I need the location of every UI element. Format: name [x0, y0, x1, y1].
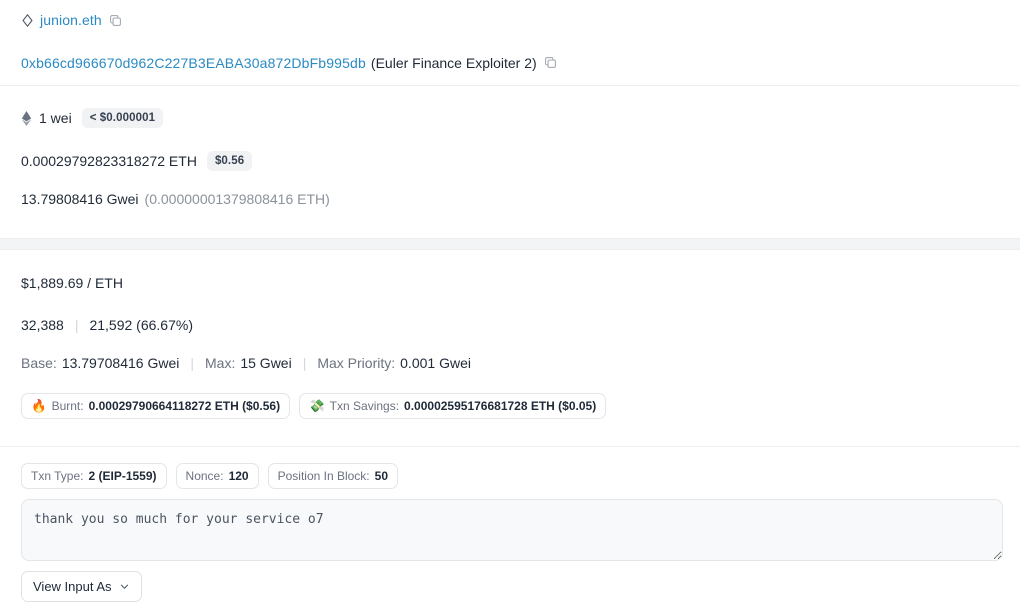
ens-diamond-icon [21, 13, 34, 27]
position-in-block-label: Position In Block: [277, 469, 370, 483]
divider [0, 85, 1020, 86]
view-input-as-label: View Input As [33, 578, 112, 594]
divider [0, 446, 1020, 447]
max-priority-fee-value: 0.001 Gwei [400, 355, 471, 371]
transaction-details-panel: junion.eth 0xb66cd966670d962C227B3EABA30… [0, 0, 1020, 602]
money-with-wings-icon: 💸 [309, 398, 325, 413]
nonce-label: Nonce: [185, 469, 224, 483]
burnt-fees-value: 0.00029790664118272 ETH ($0.56) [88, 399, 281, 413]
eth-price-row: $1,889.69 / ETH [0, 260, 1020, 306]
gas-fees-separator-1: | [190, 355, 194, 371]
gas-price-gwei: 13.79808416 Gwei [21, 191, 139, 207]
base-fee-label: Base: [21, 355, 57, 371]
burnt-fees-pill: 🔥 Burnt: 0.00029790664118272 ETH ($0.56) [21, 393, 291, 419]
txn-type-pill: Txn Type: 2 (EIP-1559) [21, 463, 167, 489]
address-row: 0xb66cd966670d962C227B3EABA30a872DbFb995… [0, 40, 1020, 85]
gas-fees-row: Base: 13.79708416 Gwei | Max: 15 Gwei | … [0, 344, 1020, 382]
transaction-fee-amount: 0.00029792823318272 ETH [21, 153, 197, 169]
txn-type-value: 2 (EIP-1559) [88, 469, 157, 483]
value-row: 1 wei < $0.000001 [0, 94, 1020, 142]
txn-savings-pill: 💸 Txn Savings: 0.00002595176681728 ETH (… [299, 393, 607, 419]
gas-price-eth: (0.00000001379808416 ETH) [144, 191, 330, 207]
gas-usage-row: 32,388 | 21,592 (66.67%) [0, 306, 1020, 344]
burnt-fees-label: Burnt: [51, 399, 84, 413]
max-priority-fee-label: Max Priority: [317, 355, 396, 371]
view-input-row: View Input As [0, 564, 1020, 608]
gas-price-row: 13.79808416 Gwei (0.00000001379808416 ET… [0, 180, 1020, 218]
transaction-meta-row: Txn Type: 2 (EIP-1559) Nonce: 120 Positi… [0, 453, 1020, 499]
transaction-fee-row: 0.00029792823318272 ETH $0.56 [0, 142, 1020, 180]
address-name-tag: (Euler Finance Exploiter 2) [370, 54, 537, 71]
gas-usage-separator: | [74, 317, 79, 333]
max-fee-label: Max: [205, 355, 236, 371]
transaction-fee-usd-badge: $0.56 [206, 151, 253, 171]
eth-price-value: $1,889.69 / ETH [21, 275, 123, 291]
ens-name-link[interactable]: junion.eth [40, 12, 102, 28]
max-fee-value: 15 Gwei [240, 355, 292, 371]
value-amount: 1 wei [39, 110, 72, 126]
position-in-block-pill: Position In Block: 50 [267, 463, 398, 489]
txn-savings-value: 0.00002595176681728 ETH ($0.05) [404, 399, 597, 413]
base-fee-value: 13.79708416 Gwei [61, 355, 180, 371]
gas-used-value: 21,592 (66.67%) [89, 317, 193, 333]
txn-savings-label: Txn Savings: [329, 399, 400, 413]
fire-icon: 🔥 [31, 398, 47, 413]
gas-fees-separator-2: | [302, 355, 307, 371]
chevron-down-icon [119, 581, 130, 592]
nonce-pill: Nonce: 120 [175, 463, 259, 489]
ethereum-diamond-icon [21, 110, 32, 126]
section-band [0, 238, 1020, 250]
position-in-block-value: 50 [374, 469, 388, 483]
input-data-textarea[interactable] [21, 499, 1003, 561]
view-input-as-button[interactable]: View Input As [21, 570, 142, 602]
copy-icon[interactable] [109, 14, 122, 27]
txn-type-label: Txn Type: [31, 469, 84, 483]
nonce-value: 120 [228, 469, 249, 483]
burnt-savings-row: 🔥 Burnt: 0.00029790664118272 ETH ($0.56)… [0, 384, 1020, 428]
value-usd-badge: < $0.000001 [81, 108, 164, 128]
copy-icon[interactable] [544, 56, 557, 69]
gas-limit-value: 32,388 [21, 317, 64, 333]
address-link[interactable]: 0xb66cd966670d962C227B3EABA30a872DbFb995… [21, 55, 366, 71]
ens-name-row: junion.eth [0, 0, 1020, 40]
